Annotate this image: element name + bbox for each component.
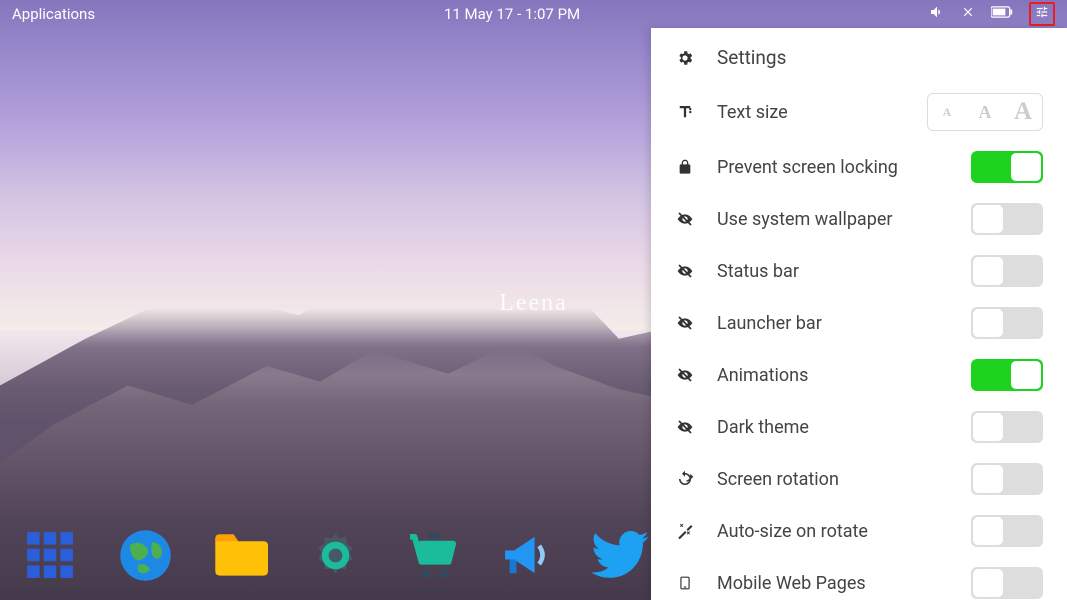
- settings-row-screen-rotation: Screen rotation: [651, 453, 1067, 505]
- volume-icon[interactable]: [929, 4, 945, 24]
- eye-off-icon: [675, 211, 695, 227]
- phone-icon: [675, 573, 695, 593]
- text-size-icon: [675, 103, 695, 121]
- setting-label: Auto-size on rotate: [717, 521, 949, 542]
- top-bar: Applications 11 May 17 - 1:07 PM: [0, 0, 1067, 28]
- gear-icon: [675, 49, 695, 67]
- settings-row-dark-theme: Dark theme: [651, 401, 1067, 453]
- settings-panel: Settings Text sizeAAAPrevent screen lock…: [651, 28, 1067, 600]
- text-size-large[interactable]: A: [1004, 94, 1042, 130]
- wand-icon: [675, 522, 695, 540]
- dock-cart-icon[interactable]: [400, 525, 460, 585]
- settings-header: Settings: [651, 28, 1067, 83]
- dock-globe-icon[interactable]: [115, 525, 175, 585]
- text-size-small[interactable]: A: [928, 94, 966, 130]
- settings-row-status-bar: Status bar: [651, 245, 1067, 297]
- applications-menu[interactable]: Applications: [12, 5, 95, 23]
- setting-label: Screen rotation: [717, 469, 949, 490]
- launcher-dock: [20, 525, 650, 585]
- setting-label: Animations: [717, 365, 949, 386]
- dock-gear-icon[interactable]: [305, 525, 365, 585]
- toggle-auto-size-on-rotate[interactable]: [971, 515, 1043, 547]
- text-size-picker[interactable]: AAA: [927, 93, 1043, 131]
- watermark-text: Leena: [499, 290, 568, 317]
- dock-twitter-icon[interactable]: [590, 525, 650, 585]
- dock-megaphone-icon[interactable]: [495, 525, 555, 585]
- settings-row-prevent-screen-locking: Prevent screen locking: [651, 141, 1067, 193]
- eye-off-icon: [675, 315, 695, 331]
- rotate-icon: [675, 470, 695, 488]
- dock-folder-icon[interactable]: [210, 525, 270, 585]
- toggle-use-system-wallpaper[interactable]: [971, 203, 1043, 235]
- toggle-status-bar[interactable]: [971, 255, 1043, 287]
- toggle-animations[interactable]: [971, 359, 1043, 391]
- settings-row-text-size: Text sizeAAA: [651, 83, 1067, 141]
- eye-off-icon: [675, 367, 695, 383]
- toggle-prevent-screen-locking[interactable]: [971, 151, 1043, 183]
- close-icon[interactable]: [961, 5, 975, 23]
- settings-row-launcher-bar: Launcher bar: [651, 297, 1067, 349]
- lock-icon: [675, 158, 695, 176]
- dock-apps-grid-icon[interactable]: [20, 525, 80, 585]
- toggle-mobile-web-pages[interactable]: [971, 567, 1043, 599]
- settings-row-auto-size-on-rotate: Auto-size on rotate: [651, 505, 1067, 557]
- setting-label: Dark theme: [717, 417, 949, 438]
- setting-label: Use system wallpaper: [717, 209, 949, 230]
- setting-label: Text size: [717, 102, 905, 123]
- settings-row-mobile-web-pages: Mobile Web Pages: [651, 557, 1067, 600]
- toggle-dark-theme[interactable]: [971, 411, 1043, 443]
- text-size-medium[interactable]: A: [966, 94, 1004, 130]
- toggle-screen-rotation[interactable]: [971, 463, 1043, 495]
- eye-off-icon: [675, 419, 695, 435]
- battery-icon[interactable]: [991, 5, 1013, 23]
- settings-title: Settings: [717, 46, 786, 69]
- clock-datetime: 11 May 17 - 1:07 PM: [95, 5, 929, 23]
- settings-toggle-icon[interactable]: [1029, 2, 1055, 26]
- toggle-launcher-bar[interactable]: [971, 307, 1043, 339]
- setting-label: Prevent screen locking: [717, 157, 949, 178]
- setting-label: Launcher bar: [717, 313, 949, 334]
- settings-row-animations: Animations: [651, 349, 1067, 401]
- setting-label: Mobile Web Pages: [717, 573, 949, 594]
- setting-label: Status bar: [717, 261, 949, 282]
- eye-off-icon: [675, 263, 695, 279]
- settings-row-use-system-wallpaper: Use system wallpaper: [651, 193, 1067, 245]
